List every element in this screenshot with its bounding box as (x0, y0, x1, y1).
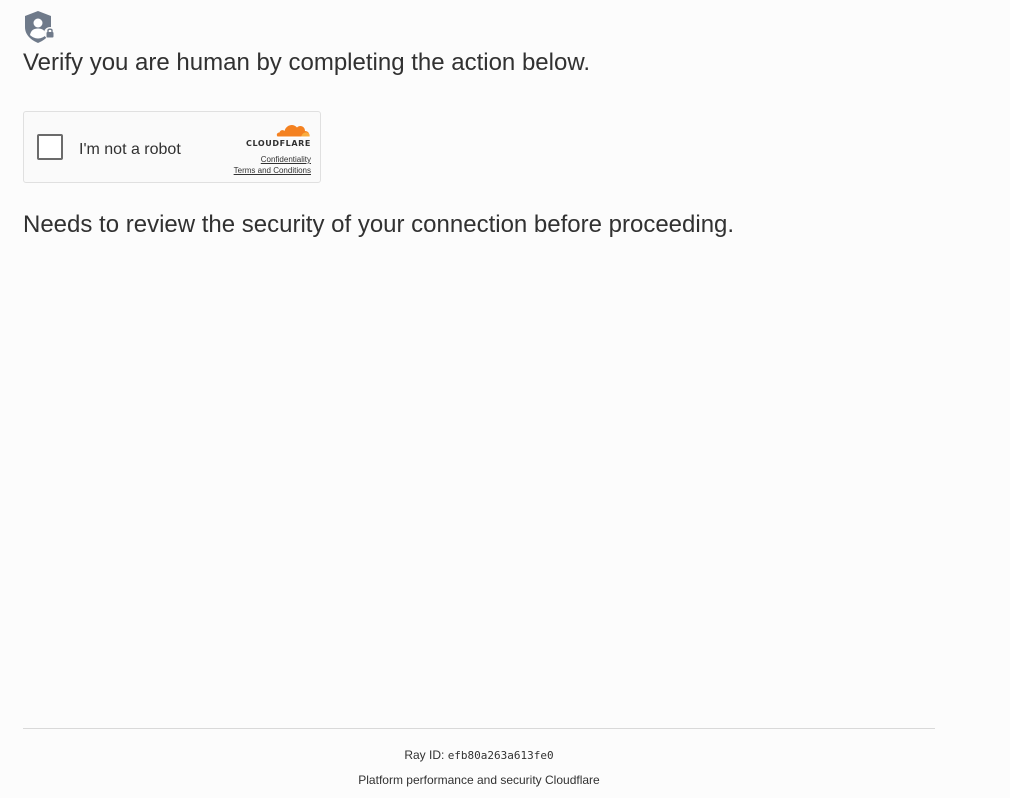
cloudflare-wordmark: CLOUDFLARE (246, 139, 311, 148)
cloudflare-link[interactable]: Cloudflare (545, 773, 600, 787)
terms-and-conditions-link[interactable]: Terms and Conditions (231, 165, 311, 176)
confidentiality-link[interactable]: Confidentiality (231, 154, 311, 165)
ray-id-value: efb80a263a613fe0 (447, 749, 554, 762)
page-title: Verify you are human by completing the a… (23, 49, 590, 76)
shield-user-lock-icon (22, 10, 56, 44)
footer: Ray ID: efb80a263a613fe0 Platform perfor… (23, 746, 935, 789)
ray-id-line: Ray ID: efb80a263a613fe0 (23, 746, 935, 765)
verify-checkbox[interactable] (37, 134, 63, 160)
verify-checkbox-label[interactable]: I'm not a robot (79, 140, 181, 160)
turnstile-widget: I'm not a robot CLOUDFLARE Confidentiali… (23, 111, 321, 183)
platform-line: Platform performance and security Cloudf… (23, 771, 935, 789)
ray-id-label: Ray ID: (404, 748, 448, 762)
security-review-message: Needs to review the security of your con… (23, 211, 735, 238)
cloudflare-cloud-icon (276, 125, 310, 138)
shield-user-lock-icon-svg (25, 11, 56, 43)
footer-divider (23, 728, 935, 729)
cloudflare-brand: CLOUDFLARE Confidentiality Terms and Con… (231, 121, 311, 176)
platform-text: Platform performance and security (358, 773, 546, 787)
